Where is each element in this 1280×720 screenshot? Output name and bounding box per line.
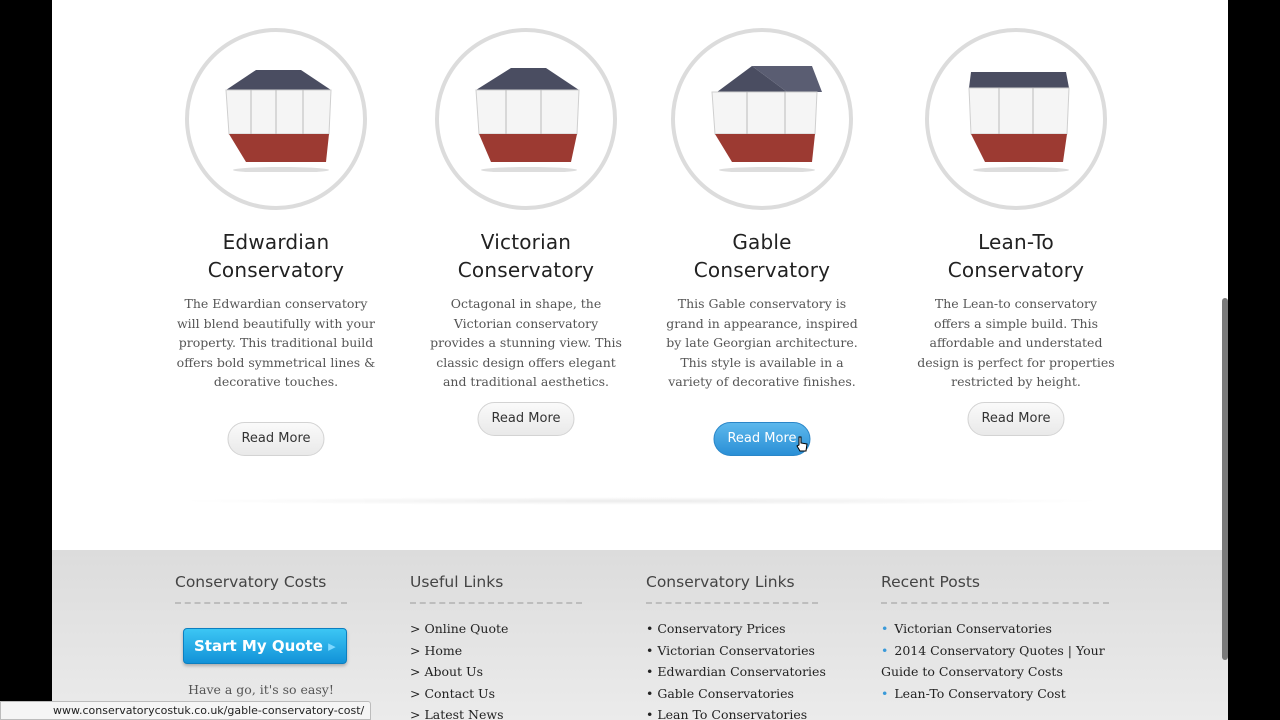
edwardian-read-more-button[interactable]: Read More	[227, 422, 325, 456]
recent-post-link[interactable]: • 2014 Conservatory Quotes | Your Guide t…	[881, 640, 1121, 683]
bullet-icon: •	[881, 685, 889, 701]
conservatory-cards: Edwardian Conservatory The Edwardian cons…	[52, 0, 1228, 550]
footer-useful-links-column: Useful Links > Online Quote > Home > Abo…	[410, 572, 640, 720]
footer-link[interactable]: • Lean To Conservatories	[646, 704, 876, 720]
footer-link[interactable]: > About Us	[410, 661, 640, 683]
victorian-conservatory-illustration	[475, 68, 580, 172]
card-title: Edwardian Conservatory	[207, 230, 345, 282]
card-victorian: Victorian Conservatory Octagonal in shape…	[426, 28, 626, 436]
footer-heading: Conservatory Links	[646, 573, 795, 591]
card-description: The Edwardian conservatory will blend be…	[176, 296, 376, 390]
bullet-icon: •	[881, 621, 889, 636]
quote-label: Start My Quote	[194, 637, 323, 655]
useful-links-list: > Online Quote > Home > About Us > Conta…	[410, 618, 640, 720]
heading-underline	[881, 602, 1109, 604]
footer-costs-column: Conservatory Costs Start My Quote ▸ Have…	[175, 572, 405, 697]
footer-heading: Conservatory Costs	[175, 573, 327, 591]
footer-link[interactable]: • Gable Conservatories	[646, 683, 876, 705]
edwardian-conservatory-illustration	[225, 70, 332, 172]
footer-link[interactable]: • Victorian Conservatories	[646, 640, 876, 662]
victorian-read-more-button[interactable]: Read More	[477, 402, 575, 436]
lean-to-image[interactable]	[925, 28, 1107, 210]
lean-to-conservatory-illustration	[968, 72, 1070, 172]
scrollbar-thumb[interactable]	[1222, 298, 1228, 660]
heading-underline	[646, 602, 818, 604]
section-divider	[172, 497, 1112, 505]
edwardian-image[interactable]	[185, 28, 367, 210]
arrow-right-icon: ▸	[328, 637, 336, 655]
quote-tagline: Have a go, it's so easy!	[188, 682, 334, 697]
card-title: Gable Conservatory	[693, 230, 831, 282]
card-description: The Lean-to conservatory offers a simple…	[917, 296, 1115, 390]
recent-posts-list: • Victorian Conservatories • 2014 Conserva…	[881, 618, 1121, 704]
footer-link[interactable]: > Latest News	[410, 704, 640, 720]
card-title: Lean-To Conservatory	[947, 230, 1085, 282]
footer-link[interactable]: • Edwardian Conservatories	[646, 661, 876, 683]
recent-post-link[interactable]: • Lean-To Conservatory Cost	[881, 683, 1121, 705]
card-title: Victorian Conservatory	[457, 230, 595, 282]
heading-underline	[410, 602, 582, 604]
footer-heading: Recent Posts	[881, 573, 981, 591]
footer: Conservatory Costs Start My Quote ▸ Have…	[52, 550, 1228, 720]
footer-link[interactable]: > Contact Us	[410, 683, 640, 705]
victorian-image[interactable]	[435, 28, 617, 210]
footer-heading: Useful Links	[410, 573, 504, 591]
bullet-icon: •	[881, 642, 889, 658]
page: Edwardian Conservatory The Edwardian cons…	[52, 0, 1228, 720]
card-gable: Gable Conservatory This Gable conservator…	[662, 28, 862, 456]
card-description: This Gable conservatory is grand in appe…	[666, 296, 858, 390]
recent-post-link[interactable]: • Victorian Conservatories	[881, 618, 1121, 640]
lean-to-read-more-button[interactable]: Read More	[967, 402, 1065, 436]
status-bar-url: www.conservatorycostuk.co.uk/gable-conse…	[0, 701, 372, 720]
card-edwardian: Edwardian Conservatory The Edwardian cons…	[176, 28, 376, 456]
gable-image[interactable]	[671, 28, 853, 210]
footer-recent-posts-column: Recent Posts • Victorian Conservatories •…	[881, 572, 1121, 704]
start-my-quote-button[interactable]: Start My Quote ▸	[183, 628, 347, 664]
hand-pointer-icon	[796, 436, 808, 452]
gable-conservatory-illustration	[711, 66, 822, 172]
footer-link[interactable]: > Online Quote	[410, 618, 640, 640]
card-description: Octagonal in shape, the Victorian conser…	[430, 296, 622, 390]
footer-conservatory-links-column: Conservatory Links • Conservatory Prices…	[646, 572, 876, 720]
conservatory-links-list: • Conservatory Prices • Victorian Conser…	[646, 618, 876, 720]
card-lean-to: Lean-To Conservatory The Lean-to conserva…	[916, 28, 1116, 436]
heading-underline	[175, 602, 347, 604]
footer-link[interactable]: > Home	[410, 640, 640, 662]
footer-link[interactable]: • Conservatory Prices	[646, 618, 876, 640]
